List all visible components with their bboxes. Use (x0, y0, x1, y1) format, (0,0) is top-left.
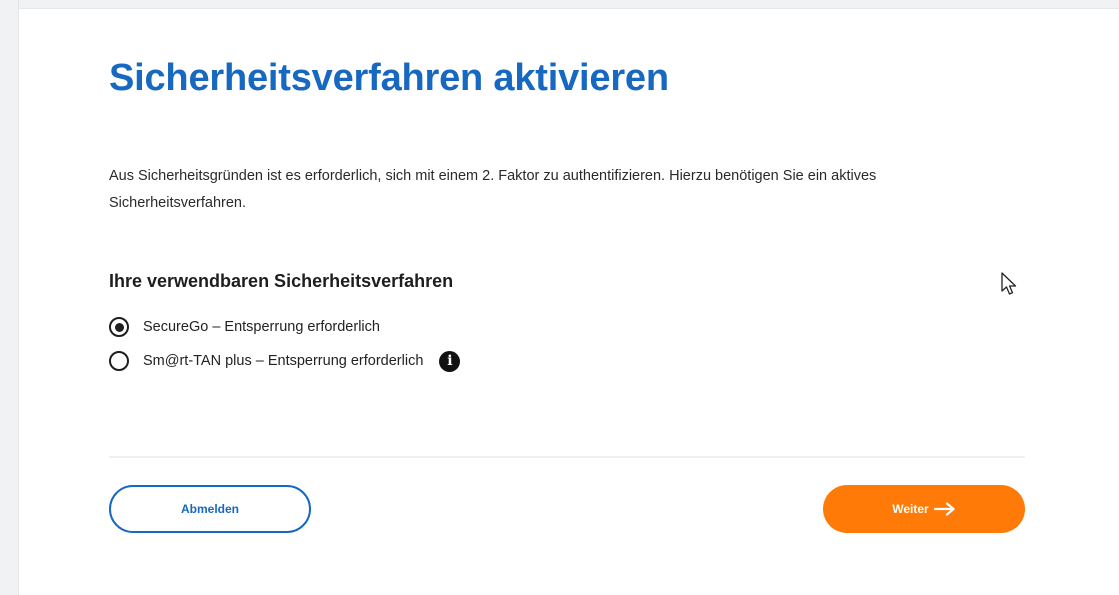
section-heading: Ihre verwendbaren Sicherheitsverfahren (109, 271, 454, 291)
logout-button[interactable]: Abmelden (109, 485, 311, 533)
left-edge-line (18, 0, 19, 595)
intro-text: Aus Sicherheitsgründen ist es erforderli… (109, 168, 877, 211)
mouse-pointer-icon (1001, 272, 1017, 295)
left-edge (0, 0, 18, 595)
browser-viewport: Sicherheitsverfahren aktivieren Aus Sich… (0, 0, 1119, 595)
divider (109, 456, 1025, 458)
radio-selected-dot (114, 322, 124, 332)
option-securego[interactable]: SecureGo – Entsperrung erforderlich (109, 315, 380, 339)
option-securego-label: SecureGo – Entsperrung erforderlich (143, 319, 380, 335)
next-button[interactable]: Weiter (823, 485, 1025, 533)
next-button-label: Weiter (892, 502, 929, 516)
info-icon[interactable]: i (439, 350, 461, 372)
logout-button-label: Abmelden (180, 502, 239, 516)
option-smart-tan-plus[interactable]: Sm@rt-TAN plus – Entsperrung erforderlic… (109, 349, 461, 373)
radio-securego[interactable] (109, 317, 129, 337)
option-smart-tan-plus-label: Sm@rt-TAN plus – Entsperrung erforderlic… (143, 353, 424, 369)
top-edge (0, 0, 1119, 9)
arrow-right-icon (933, 502, 955, 516)
radio-smart-tan-plus[interactable] (109, 351, 129, 371)
page-title: Sicherheitsverfahren aktivieren (109, 57, 669, 99)
